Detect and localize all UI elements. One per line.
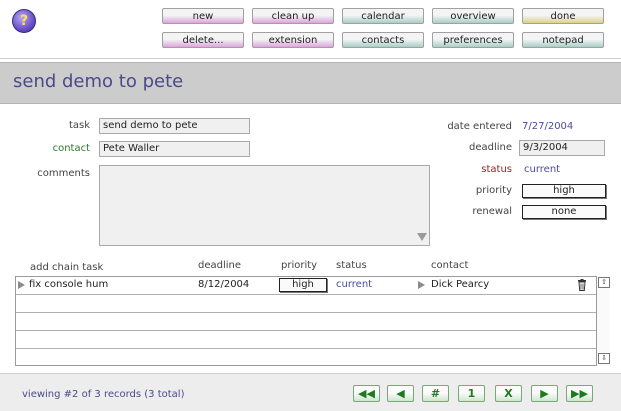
preferences-button[interactable]: preferences [432, 32, 514, 48]
deadline-label: deadline [468, 142, 512, 153]
new-button[interactable]: new [162, 8, 244, 24]
scroll-down-icon[interactable] [417, 233, 427, 241]
contact-expand-icon[interactable] [418, 281, 425, 289]
chain-task-name[interactable]: fix console hum [29, 279, 108, 290]
chain-task-deadline: 8/12/2004 [198, 279, 250, 290]
page-one-button[interactable]: 1 [458, 385, 485, 402]
trash-icon[interactable] [577, 279, 587, 291]
column-header-deadline: deadline [198, 260, 242, 271]
previous-record-button[interactable]: ◀ [387, 385, 414, 402]
calendar-button[interactable]: calendar [342, 8, 424, 24]
deadline-field[interactable]: 9/3/2004 [519, 140, 605, 156]
column-header-contact: contact [431, 260, 469, 271]
extension-button[interactable]: extension [252, 32, 334, 48]
status-value[interactable]: current [524, 164, 560, 175]
column-header-priority: priority [281, 260, 318, 271]
scroll-down-icon[interactable]: ⇩ [598, 353, 610, 364]
record-count: viewing #2 of 3 records (3 total) [22, 389, 185, 400]
overview-button[interactable]: overview [432, 8, 514, 24]
comments-textarea[interactable] [99, 165, 430, 246]
contact-label[interactable]: contact [40, 143, 90, 154]
next-record-button[interactable]: ▶ [531, 385, 558, 402]
date-entered-value: 7/27/2004 [522, 121, 574, 132]
chain-task-priority-button[interactable]: high [279, 278, 327, 292]
delete-button[interactable]: delete... [162, 32, 244, 48]
done-button[interactable]: done [522, 8, 604, 24]
priority-label: priority [475, 185, 512, 196]
last-record-button[interactable]: ▶▶ [566, 385, 593, 402]
chain-task-contact[interactable]: Dick Pearcy [431, 279, 489, 290]
priority-button[interactable]: high [522, 184, 606, 198]
close-record-button[interactable]: X [495, 385, 522, 402]
comments-label: comments [37, 168, 90, 179]
date-entered-label: date entered [447, 121, 512, 132]
find-record-button[interactable]: # [422, 385, 449, 402]
chain-table-scrollbar[interactable]: ⇧ ⇩ [596, 276, 610, 366]
task-field[interactable]: send demo to pete [99, 118, 250, 134]
contact-field[interactable]: Pete Waller [99, 141, 250, 157]
renewal-button[interactable]: none [522, 205, 606, 219]
task-label: task [68, 120, 90, 131]
renewal-label: renewal [472, 206, 512, 217]
page-title: send demo to pete [13, 71, 184, 92]
notepad-button[interactable]: notepad [522, 32, 604, 48]
column-header-status: status [336, 260, 367, 271]
chain-task-status[interactable]: current [336, 279, 372, 290]
add-chain-task-link[interactable]: add chain task [30, 262, 103, 273]
first-record-button[interactable]: ◀◀ [353, 385, 380, 402]
row-expand-icon[interactable] [18, 281, 25, 289]
scroll-up-icon[interactable]: ⇧ [598, 277, 610, 288]
help-icon[interactable]: ? [12, 9, 36, 33]
contacts-button[interactable]: contacts [342, 32, 424, 48]
clean-up-button[interactable]: clean up [252, 8, 334, 24]
status-label: status [481, 164, 512, 175]
